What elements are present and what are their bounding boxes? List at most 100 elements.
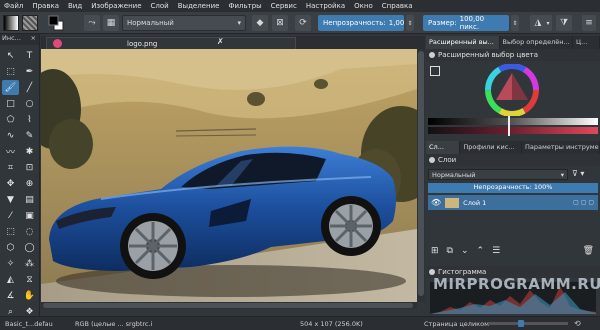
ellipse-tool-icon[interactable]: ○ <box>21 96 38 111</box>
menu-settings[interactable]: Настройка <box>306 2 345 10</box>
line-tool-icon[interactable]: ╱ <box>21 80 38 95</box>
add-layer-icon[interactable]: ⊞ <box>431 246 439 256</box>
transform-tool-icon[interactable]: ⊡ <box>21 160 38 175</box>
color-selector-title: Расширенный выбор цвета <box>438 51 539 59</box>
status-zoom[interactable]: Страница целиком <box>424 320 489 328</box>
reload-preset-icon[interactable]: ⟳ <box>295 15 311 31</box>
polyline-tool-icon[interactable]: ⌇ <box>21 112 38 127</box>
tab-layers[interactable]: Сл... <box>426 141 461 154</box>
krita-window: Файл Правка Вид Изображение Слой Выделен… <box>0 0 600 330</box>
layer-row[interactable]: 👁 Слой 1 ▢ ▢ ▢ <box>428 195 598 210</box>
alpha-lock-icon[interactable]: ⊠ <box>272 15 288 31</box>
bezier-select-tool-icon[interactable]: ◭ <box>2 272 19 287</box>
menu-select[interactable]: Выделение <box>178 2 220 10</box>
rectangle-tool-icon[interactable]: □ <box>2 96 19 111</box>
select-shapes-tool-icon[interactable]: ↖ <box>2 48 19 63</box>
layer-properties-icon[interactable]: ☰ <box>492 246 500 256</box>
menu-view[interactable]: Вид <box>68 2 82 10</box>
tab-specific-color[interactable]: Выбор определён... <box>500 36 574 49</box>
measure-tool-icon[interactable]: ∡ <box>2 288 19 303</box>
mirror-vertical-icon[interactable]: ⧩ <box>556 15 572 31</box>
blend-mode-value: Нормальный <box>127 19 174 27</box>
menu-layer[interactable]: Слой <box>151 2 169 10</box>
filter-icon[interactable]: ⊽ ▾ <box>572 169 584 178</box>
fg-bg-color-swatch[interactable] <box>47 15 69 31</box>
move-up-icon[interactable]: ⌃ <box>477 246 485 256</box>
text-tool-icon[interactable]: T <box>21 48 38 63</box>
layer-blend-select[interactable]: Нормальный ▾ <box>428 169 568 180</box>
freehand-select-tool-icon[interactable]: ◯ <box>21 240 38 255</box>
color-selector-header: Расширенный выбор цвета <box>426 49 600 61</box>
mirror-dropdown-icon[interactable]: ▾ <box>544 15 552 31</box>
close-icon[interactable]: ✗ <box>217 37 224 46</box>
brush-preset-icon[interactable]: ⤳ <box>84 15 100 31</box>
toolbox-title: Инс... <box>2 34 21 42</box>
gradient-swatch[interactable] <box>3 15 19 31</box>
zoom-slider-handle[interactable] <box>518 320 524 327</box>
status-colorspace[interactable]: RGB (целые ... srgbtrc.i <box>75 320 152 328</box>
magnetic-select-tool-icon[interactable]: ⧖ <box>21 272 38 287</box>
contiguous-select-tool-icon[interactable]: ✧ <box>2 256 19 271</box>
delete-layer-icon[interactable]: 🗑 <box>583 246 594 256</box>
fill-tool-icon[interactable]: ▼ <box>2 192 19 207</box>
duplicate-layer-icon[interactable]: ⧉ <box>447 246 453 256</box>
close-icon[interactable]: × <box>31 34 36 45</box>
canvas[interactable] <box>41 49 417 302</box>
tab-color[interactable]: Ц... <box>573 36 600 49</box>
horizontal-scrollbar[interactable] <box>41 302 417 309</box>
blend-mode-select[interactable]: Нормальный ▾ <box>122 15 246 31</box>
shade-selector-bar-2[interactable] <box>428 127 598 134</box>
document-tab[interactable]: logo.png <box>46 37 296 49</box>
crop-tool-icon[interactable]: ⌗ <box>2 160 19 175</box>
menu-help[interactable]: Справка <box>382 2 413 10</box>
pattern-swatch[interactable] <box>22 15 38 31</box>
bezier-tool-icon[interactable]: ∿ <box>2 128 19 143</box>
tab-brush-presets[interactable]: Профили кис... <box>460 141 522 154</box>
smart-patch-tool-icon[interactable]: ▣ <box>21 208 38 223</box>
size-spin-icon[interactable]: ⇕ <box>511 15 519 31</box>
similar-select-tool-icon[interactable]: ⁂ <box>21 256 38 271</box>
rotate-icon[interactable]: ⟲ <box>574 319 581 328</box>
freehand-brush-tool-icon[interactable]: 🖌 <box>2 80 19 95</box>
shade-selector-bar[interactable] <box>428 118 598 125</box>
color-wheel[interactable] <box>484 64 540 116</box>
menu-edit[interactable]: Правка <box>32 2 59 10</box>
polygon-select-tool-icon[interactable]: ⬡ <box>2 240 19 255</box>
menu-tools[interactable]: Сервис <box>271 2 297 10</box>
move-down-icon[interactable]: ⌄ <box>461 246 469 256</box>
move-tool-icon[interactable]: ✥ <box>2 176 19 191</box>
eraser-icon[interactable]: ◆ <box>252 15 268 31</box>
pan-tool-icon[interactable]: ✋ <box>21 288 38 303</box>
rect-select-tool-icon[interactable]: ⬚ <box>2 224 19 239</box>
tab-advanced-color[interactable]: Расширенный вы... <box>426 36 500 49</box>
layer-lock-icon[interactable]: ▢ ▢ ▢ <box>573 199 594 206</box>
grid-icon[interactable]: ▦ <box>103 15 119 31</box>
calligraphy-tool-icon[interactable]: ✒ <box>21 64 38 79</box>
layer-opacity-slider[interactable]: Непрозрачность: 100% <box>428 183 598 193</box>
zoom-slider[interactable] <box>488 320 568 327</box>
size-slider[interactable]: Размер: 100,00 пикс. <box>423 15 509 31</box>
dynamic-brush-tool-icon[interactable]: 〰 <box>2 144 19 159</box>
menu-filters[interactable]: Фильтры <box>228 2 261 10</box>
polygon-tool-icon[interactable]: ⬠ <box>2 112 19 127</box>
assistant-tool-icon[interactable]: ⊕ <box>21 176 38 191</box>
toolbar-menu-icon[interactable]: ≡ <box>582 15 596 31</box>
freehand-path-tool-icon[interactable]: ✎ <box>21 128 38 143</box>
tab-tool-options[interactable]: Параметры инструме... <box>522 141 600 154</box>
eye-icon[interactable]: 👁 <box>431 198 441 207</box>
menu-file[interactable]: Файл <box>4 2 23 10</box>
settings-icon[interactable] <box>430 66 440 76</box>
opacity-slider[interactable]: Непрозрачность: 1,00 <box>318 15 404 31</box>
color-picker-tool-icon[interactable]: ⁄ <box>2 208 19 223</box>
menu-image[interactable]: Изображение <box>91 2 141 10</box>
layers-title: Слои <box>438 156 457 164</box>
ellipse-select-tool-icon[interactable]: ◌ <box>21 224 38 239</box>
edit-shapes-tool-icon[interactable]: ⬚ <box>2 64 19 79</box>
multibrush-tool-icon[interactable]: ✱ <box>21 144 38 159</box>
opacity-spin-icon[interactable]: ⇕ <box>406 15 414 31</box>
chevron-down-icon: ▾ <box>560 171 564 179</box>
vertical-scrollbar[interactable] <box>417 49 425 302</box>
status-brush[interactable]: Basic_t...defau <box>5 320 53 328</box>
gradient-tool-icon[interactable]: ▤ <box>21 192 38 207</box>
menu-window[interactable]: Окно <box>354 2 373 10</box>
